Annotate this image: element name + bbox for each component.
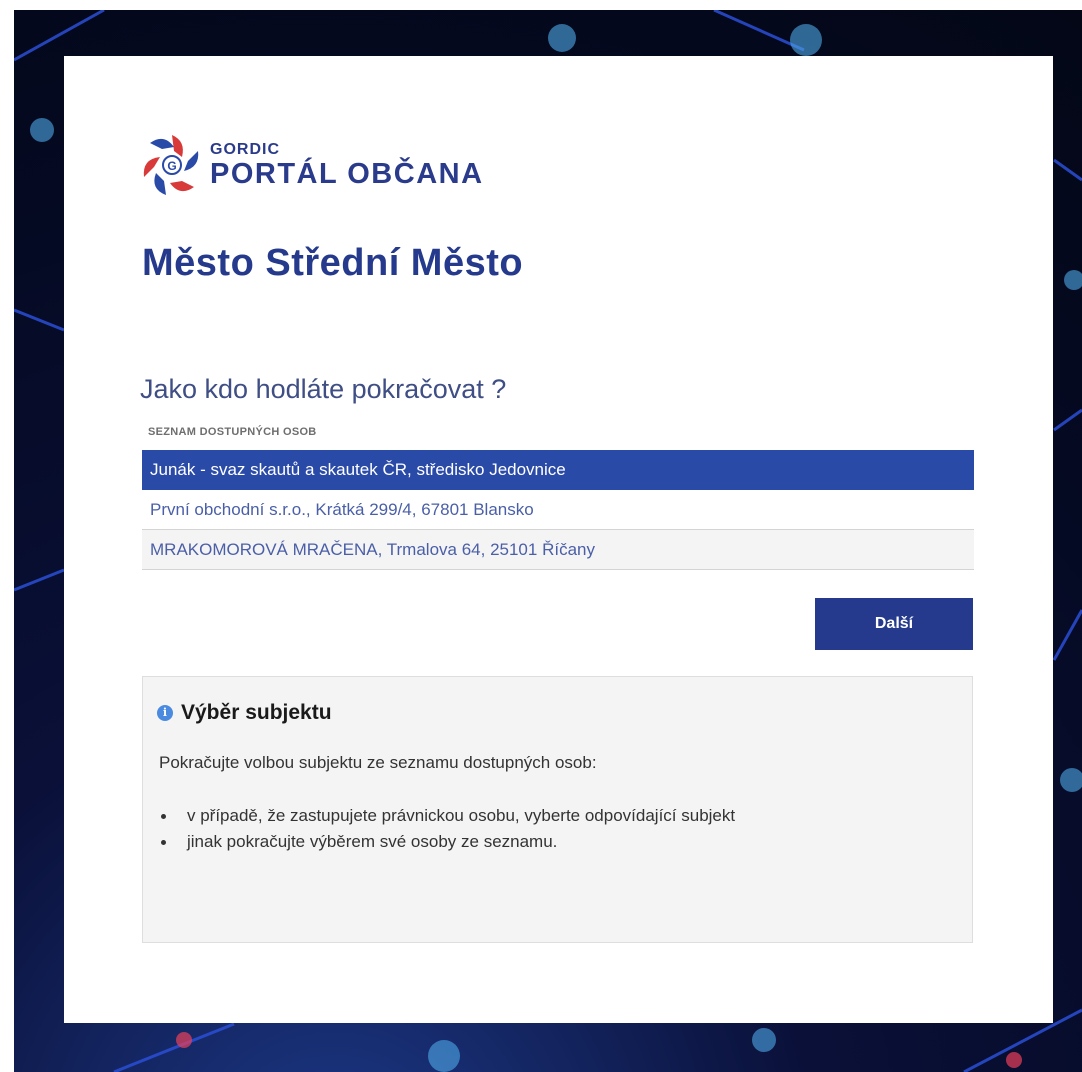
list-caption: SEZNAM DOSTUPNÝCH OSOB — [148, 426, 317, 438]
info-panel-header: i Výběr subjektu — [157, 701, 332, 725]
gordic-logo-icon: G — [143, 135, 199, 195]
info-icon: i — [157, 705, 173, 721]
info-panel-text: Pokračujte volbou subjektu ze seznamu do… — [159, 753, 597, 772]
svg-text:G: G — [167, 159, 176, 173]
portal-logo[interactable]: G GORDIC PORTÁL OBČANA — [140, 132, 484, 198]
page-title: Město Střední Město — [142, 242, 524, 284]
info-panel-title: Výběr subjektu — [181, 701, 332, 724]
list-item-person[interactable]: MRAKOMOROVÁ MRAČENA, Trmalova 64, 25101 … — [142, 530, 974, 570]
list-item: v případě, že zastupujete právnickou oso… — [159, 803, 735, 829]
list-item: jinak pokračujte výběrem své osoby ze se… — [159, 829, 735, 855]
logo-brand-text: GORDIC — [210, 141, 280, 158]
info-panel: i Výběr subjektu Pokračujte volbou subje… — [142, 676, 973, 943]
login-card: G GORDIC PORTÁL OBČANA Město Střední Měs… — [64, 56, 1053, 1023]
section-question: Jako kdo hodláte pokračovat ? — [140, 374, 507, 404]
info-panel-list: v případě, že zastupujete právnickou oso… — [159, 803, 735, 855]
logo-portal-text: PORTÁL OBČANA — [210, 158, 484, 190]
list-item-person[interactable]: První obchodní s.r.o., Krátká 299/4, 678… — [142, 490, 974, 530]
next-button[interactable]: Další — [815, 598, 973, 650]
list-item-person[interactable]: Junák - svaz skautů a skautek ČR, středi… — [142, 450, 974, 490]
person-list: Junák - svaz skautů a skautek ČR, středi… — [142, 450, 974, 570]
